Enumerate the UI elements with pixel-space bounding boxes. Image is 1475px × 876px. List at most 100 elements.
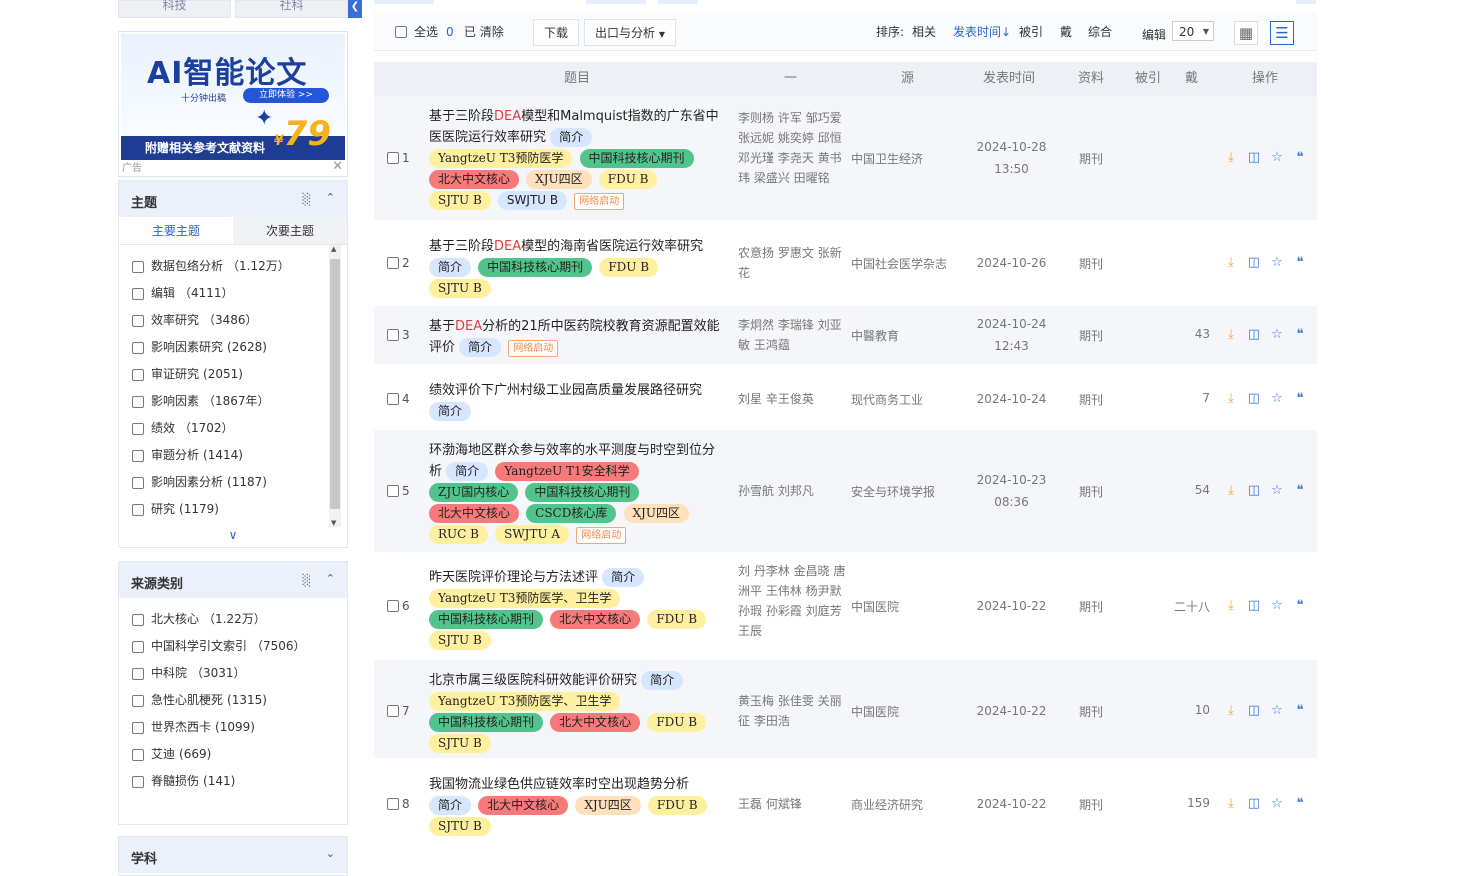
quote-icon[interactable]: ❝ <box>1292 703 1308 719</box>
filter-checkbox[interactable] <box>132 260 144 273</box>
journal-rank-tag[interactable]: 中国科技核心期刊 <box>429 610 544 629</box>
online-first-badge[interactable]: 网络启动 <box>576 527 627 544</box>
quote-icon[interactable]: ❝ <box>1292 598 1308 614</box>
journal-rank-tag[interactable]: YangtzeU T1安全科学 <box>495 462 639 481</box>
row-select[interactable]: 2 <box>387 256 410 270</box>
filter-checkbox[interactable] <box>132 721 144 734</box>
download-icon[interactable]: ⤓ <box>1223 150 1239 166</box>
download-icon[interactable]: ⤓ <box>1223 703 1239 719</box>
row-checkbox[interactable] <box>387 705 399 717</box>
quote-icon[interactable]: ❝ <box>1292 327 1308 343</box>
filter-item[interactable]: 效率研究 （3486） <box>132 307 347 334</box>
result-title-link[interactable]: 我国物流业绿色供应链效率时空出现趋势分析 <box>429 777 689 792</box>
author-list[interactable]: 李则杨 许军 邹巧爱 张远妮 姚奕婷 邱恒 邓光瑾 李尧天 黄书玮 梁盛兴 田曜… <box>738 108 846 188</box>
select-all-checkbox[interactable] <box>395 25 407 38</box>
journal-rank-tag[interactable]: 北大中文核心 <box>550 713 641 732</box>
row-select[interactable]: 1 <box>387 151 410 165</box>
read-online-icon[interactable]: ◫ <box>1246 391 1262 407</box>
favorite-star-icon[interactable]: ☆ <box>1269 327 1285 343</box>
journal-rank-tag[interactable]: FDU B <box>647 713 707 732</box>
filter-checkbox[interactable] <box>132 748 144 761</box>
journal-rank-tag[interactable]: 北大中文核心 <box>429 504 520 523</box>
favorite-star-icon[interactable]: ☆ <box>1269 703 1285 719</box>
quote-icon[interactable]: ❝ <box>1292 483 1308 499</box>
journal-rank-tag[interactable]: 北大中文核心 <box>429 170 520 189</box>
expand-more-icon[interactable]: ∨ <box>119 527 347 545</box>
row-select[interactable]: 6 <box>387 599 410 613</box>
filter-item[interactable]: 脊髓损伤 (141) <box>132 768 347 795</box>
filter-checkbox[interactable] <box>132 449 144 462</box>
header-downloads[interactable]: 戴 <box>1185 62 1198 96</box>
export-analysis-button[interactable]: 出口与分析 ▼ <box>584 19 676 46</box>
list-view-icon[interactable]: ☰ <box>1270 21 1294 45</box>
tab-secondary-topic[interactable]: 次要主题 <box>233 217 347 244</box>
ad-image[interactable]: AI智能论文 十分钟出稿 立即体验 >> ✦ 附赠相关参考文献资料 ¥79 <box>121 34 345 160</box>
row-select[interactable]: 7 <box>387 704 410 718</box>
grid-view-icon[interactable]: ▦ <box>1234 21 1258 45</box>
filter-item[interactable]: 影响因素研究 (2628) <box>132 334 347 361</box>
filter-item[interactable]: 世界杰西卡 (1099) <box>132 714 347 741</box>
journal-rank-tag[interactable]: SJTU B <box>429 817 491 836</box>
source-link[interactable]: 中国医院 <box>851 598 899 615</box>
journal-rank-tag[interactable]: RUC B <box>429 525 488 544</box>
journal-rank-tag[interactable]: FDU B <box>599 258 659 277</box>
source-link[interactable]: 商业经济研究 <box>851 796 923 813</box>
source-link[interactable]: 安全与环境学报 <box>851 483 935 500</box>
author-list[interactable]: 孙雪航 刘邦凡 <box>738 481 846 501</box>
filter-checkbox[interactable] <box>132 476 144 489</box>
row-checkbox[interactable] <box>387 152 399 164</box>
journal-rank-tag[interactable]: 中国科技核心期刊 <box>525 483 640 502</box>
row-checkbox[interactable] <box>387 600 399 612</box>
row-checkbox[interactable] <box>387 393 399 405</box>
row-checkbox[interactable] <box>387 329 399 341</box>
filter-item[interactable]: 急性心肌梗死 (1315) <box>132 687 347 714</box>
read-online-icon[interactable]: ◫ <box>1246 796 1262 812</box>
header-title[interactable]: 题目 <box>564 62 590 96</box>
quote-icon[interactable]: ❝ <box>1292 391 1308 407</box>
journal-rank-tag[interactable]: SJTU B <box>429 191 491 210</box>
sort-relevance[interactable]: 相关 <box>912 12 936 51</box>
journal-rank-tag[interactable]: SJTU B <box>429 631 491 650</box>
quote-icon[interactable]: ❝ <box>1292 796 1308 812</box>
favorite-star-icon[interactable]: ☆ <box>1269 796 1285 812</box>
sort-cited[interactable]: 被引 <box>1019 12 1043 51</box>
author-list[interactable]: 刘星 辛王俊英 <box>738 389 846 409</box>
journal-rank-tag[interactable]: 北大中文核心 <box>550 610 641 629</box>
journal-rank-tag[interactable]: SJTU B <box>429 279 491 298</box>
chevron-up-icon[interactable]: ⌃ <box>326 572 335 585</box>
favorite-star-icon[interactable]: ☆ <box>1269 255 1285 271</box>
quote-icon[interactable]: ❝ <box>1292 150 1308 166</box>
journal-rank-tag[interactable]: ZJU国内核心 <box>429 483 519 502</box>
journal-rank-tag[interactable]: SWJTU B <box>497 191 568 210</box>
favorite-star-icon[interactable]: ☆ <box>1269 598 1285 614</box>
tab-main-topic[interactable]: 主要主题 <box>119 217 233 244</box>
read-online-icon[interactable]: ◫ <box>1246 327 1262 343</box>
result-title-link[interactable]: 基于三阶段DEA模型的海南省医院运行效率研究 <box>429 239 703 254</box>
source-link[interactable]: 中国社会医学杂志 <box>851 255 947 272</box>
filter-checkbox[interactable] <box>132 694 144 707</box>
journal-rank-tag[interactable]: XJU四区 <box>623 504 689 523</box>
read-online-icon[interactable]: ◫ <box>1246 150 1262 166</box>
source-link[interactable]: 中国医院 <box>851 703 899 720</box>
filter-item[interactable]: 影响因素分析 (1187) <box>132 469 347 496</box>
filter-checkbox[interactable] <box>132 640 144 653</box>
result-title-link[interactable]: 昨天医院评价理论与方法述评 <box>429 570 598 585</box>
sort-comprehensive[interactable]: 综合 <box>1088 12 1112 51</box>
quote-icon[interactable]: ❝ <box>1292 255 1308 271</box>
author-list[interactable]: 黄玉梅 张佳雯 关丽征 李田浩 <box>738 691 846 731</box>
journal-rank-tag[interactable]: CSCD核心库 <box>526 504 617 523</box>
sort-date[interactable]: 发表时间↓ <box>953 12 1011 51</box>
row-select[interactable]: 4 <box>387 392 410 406</box>
filter-item[interactable]: 审题分析 (1414) <box>132 442 347 469</box>
header-cited[interactable]: 被引 <box>1135 62 1161 96</box>
abstract-tag[interactable]: 简介 <box>550 128 593 147</box>
download-icon[interactable]: ⤓ <box>1223 391 1239 407</box>
journal-rank-tag[interactable]: 中国科技核心期刊 <box>579 149 694 168</box>
sidebar-collapse-button[interactable]: ❮ <box>348 0 362 18</box>
download-icon[interactable]: ⤓ <box>1223 598 1239 614</box>
header-date[interactable]: 发表时间 <box>983 62 1035 96</box>
journal-rank-tag[interactable]: SWJTU A <box>495 525 570 544</box>
journal-rank-tag[interactable]: 中国科技核心期刊 <box>429 713 544 732</box>
bar-chart-icon[interactable]: ░ <box>303 574 311 587</box>
journal-rank-tag[interactable]: FDU B <box>647 796 707 815</box>
